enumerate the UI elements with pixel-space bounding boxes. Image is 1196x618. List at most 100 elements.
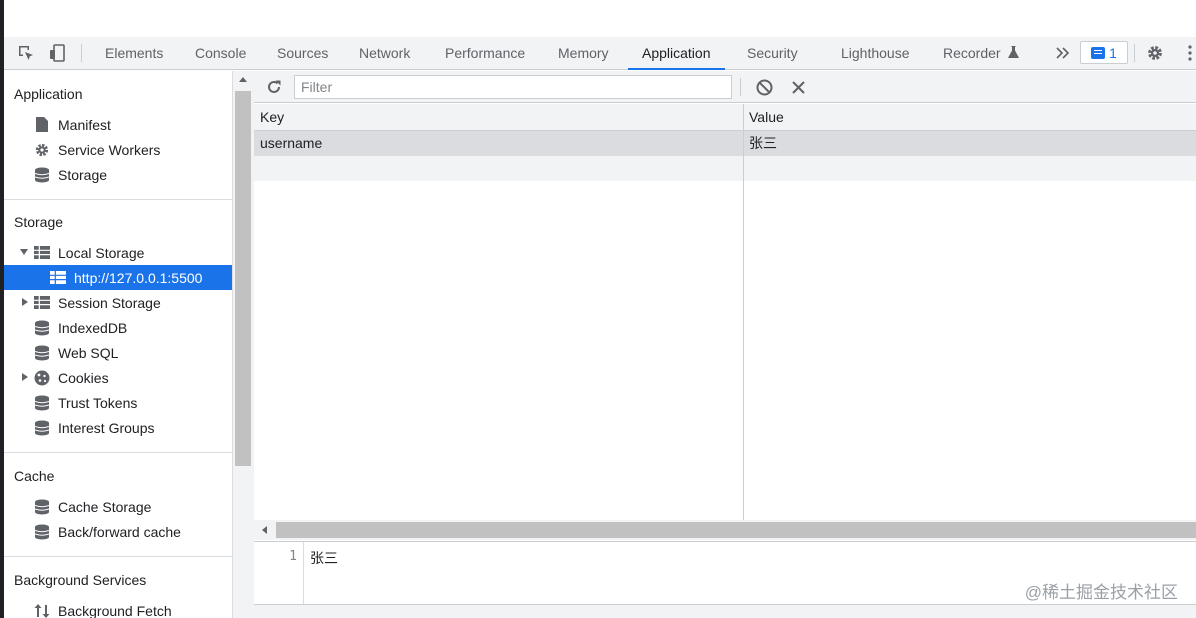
tab-network[interactable]: Network (359, 37, 410, 69)
scrollbar-thumb[interactable] (235, 91, 251, 466)
table-row[interactable]: username 张三 (254, 131, 1196, 156)
sidebar-item-label: Session Storage (58, 294, 161, 311)
scrollbar-thumb[interactable] (276, 522, 1196, 538)
sidebar-item-label: IndexedDB (58, 319, 128, 336)
storage-data-grid: Key Value username 张三 (254, 104, 1196, 520)
sidebar-item-trust-tokens[interactable]: Trust Tokens (34, 390, 137, 415)
scroll-up-arrow-icon[interactable] (239, 77, 247, 82)
clear-all-icon[interactable] (754, 77, 774, 97)
sidebar-item-local-storage[interactable]: Local Storage (34, 240, 144, 265)
sidebar-item-label: Service Workers (58, 141, 161, 158)
database-icon (34, 345, 50, 361)
refresh-icon[interactable] (264, 77, 284, 97)
sidebar-item-back-forward-cache[interactable]: Back/forward cache (34, 519, 181, 544)
preview-footer (254, 604, 1196, 618)
sidebar-scrollbar[interactable] (232, 71, 254, 618)
expand-arrow-icon[interactable] (20, 249, 28, 255)
preview-value-text: 张三 (310, 550, 338, 566)
grid-header: Key Value (254, 104, 1196, 131)
sidebar-item-label: Trust Tokens (58, 394, 138, 411)
devtools-tab-bar: Elements Console Sources Network Perform… (4, 37, 1196, 70)
storage-toolbar (254, 71, 1196, 103)
tab-security[interactable]: Security (747, 37, 798, 69)
section-divider (4, 452, 232, 453)
section-title-application: Application (14, 86, 83, 102)
tab-lighthouse[interactable]: Lighthouse (841, 37, 910, 69)
column-header-value[interactable]: Value (743, 105, 1196, 130)
table-grid-icon (50, 270, 66, 286)
settings-gear-icon[interactable] (1145, 43, 1165, 63)
empty-new-row[interactable] (254, 156, 1196, 181)
inspect-element-icon[interactable] (16, 43, 36, 63)
column-divider (743, 104, 744, 520)
section-title-storage: Storage (14, 214, 64, 230)
expand-arrow-icon[interactable] (22, 298, 28, 306)
sidebar-item-label: Cookies (58, 369, 109, 386)
sidebar-item-background-fetch[interactable]: Background Fetch (34, 598, 172, 618)
document-icon (34, 117, 50, 133)
section-title-background-services: Background Services (14, 572, 147, 588)
database-icon (34, 420, 50, 436)
flask-icon (1008, 38, 1020, 70)
section-divider (4, 556, 232, 557)
gear-icon (34, 142, 50, 158)
table-grid-icon (34, 295, 50, 311)
sidebar-item-label: Web SQL (58, 344, 119, 361)
expand-arrow-icon[interactable] (22, 373, 28, 381)
sidebar-item-label: Storage (58, 166, 108, 183)
scroll-left-arrow-icon[interactable] (262, 526, 267, 534)
delete-selected-icon[interactable] (788, 77, 808, 97)
toolbar-separator (81, 44, 82, 62)
device-toolbar-icon[interactable] (48, 43, 68, 63)
toolbar-separator (740, 78, 741, 96)
window-top-area (0, 0, 1196, 37)
tab-performance[interactable]: Performance (445, 37, 525, 69)
toolbar-separator (1134, 44, 1135, 62)
up-down-arrows-icon (34, 603, 50, 618)
database-icon (34, 167, 50, 183)
sidebar-item-cookies[interactable]: Cookies (34, 365, 109, 390)
tab-recorder-label: Recorder (943, 45, 1001, 61)
sidebar-item-label: Background Fetch (58, 602, 172, 618)
section-title-cache: Cache (14, 468, 55, 484)
tab-elements[interactable]: Elements (105, 37, 163, 69)
column-header-key[interactable]: Key (254, 105, 743, 130)
sidebar-item-local-origin[interactable]: http://127.0.0.1:5500 (4, 265, 232, 290)
sidebar-item-label: http://127.0.0.1:5500 (74, 269, 203, 286)
line-number-gutter: 1 (254, 542, 304, 604)
tab-sources[interactable]: Sources (277, 37, 328, 69)
sidebar-item-service-workers[interactable]: Service Workers (34, 137, 160, 162)
sidebar-item-cache-storage[interactable]: Cache Storage (34, 494, 151, 519)
issues-message-icon (1091, 46, 1106, 59)
sidebar-item-label: Back/forward cache (58, 523, 181, 540)
sidebar-item-web-sql[interactable]: Web SQL (34, 340, 118, 365)
sidebar-item-interest-groups[interactable]: Interest Groups (34, 415, 155, 440)
more-tabs-chevron-icon[interactable] (1053, 43, 1073, 63)
grid-horizontal-scrollbar[interactable] (254, 520, 1196, 540)
sidebar-item-label: Cache Storage (58, 498, 152, 515)
sidebar-item-session-storage[interactable]: Session Storage (34, 290, 161, 315)
tab-recorder[interactable]: Recorder (943, 37, 1020, 70)
issues-button[interactable]: 1 (1080, 41, 1128, 64)
tab-console[interactable]: Console (195, 37, 246, 69)
sidebar-item-storage[interactable]: Storage (34, 162, 107, 187)
database-icon (34, 320, 50, 336)
tab-application[interactable]: Application (628, 37, 724, 70)
database-icon (34, 395, 50, 411)
cell-value[interactable]: 张三 (743, 131, 1196, 156)
application-sidebar: Application Manifest Service Workers Sto… (4, 71, 232, 618)
database-icon (34, 524, 50, 540)
sidebar-item-manifest[interactable]: Manifest (34, 112, 111, 137)
sidebar-item-indexeddb[interactable]: IndexedDB (34, 315, 127, 340)
sidebar-item-label: Manifest (58, 116, 111, 133)
table-grid-icon (34, 245, 50, 261)
cell-key[interactable]: username (254, 131, 743, 156)
sidebar-item-label: Interest Groups (58, 419, 155, 436)
filter-input[interactable] (294, 75, 732, 99)
tab-memory[interactable]: Memory (558, 37, 609, 69)
sidebar-item-label: Local Storage (58, 244, 145, 261)
more-options-kebab-icon[interactable] (1180, 43, 1196, 63)
line-number: 1 (289, 549, 297, 564)
section-divider (4, 199, 232, 200)
watermark-text: @稀土掘金技术社区 (1024, 583, 1178, 602)
